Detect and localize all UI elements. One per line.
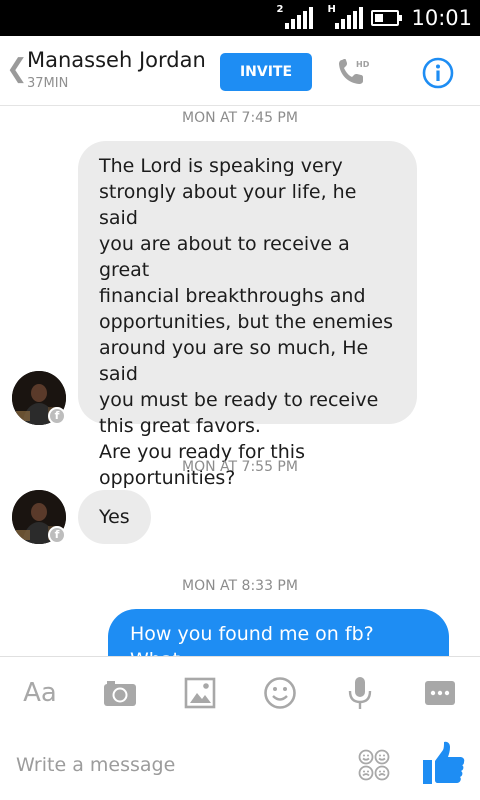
facebook-badge-icon: f xyxy=(48,526,66,544)
message-text: The Lord is speaking very strongly about… xyxy=(99,155,393,489)
message-timestamp: MON AT 7:55 PM xyxy=(182,459,298,475)
text-format-button[interactable]: Aa xyxy=(20,673,60,713)
thumbs-up-icon[interactable] xyxy=(422,740,466,786)
message-timestamp: MON AT 7:45 PM xyxy=(182,110,298,126)
message-input[interactable] xyxy=(16,750,336,780)
conversation-header: ❮ Manasseh Jordan 37MIN INVITE HD xyxy=(0,36,480,106)
status-bar: 2 H 10:01 xyxy=(0,0,480,36)
voice-button[interactable] xyxy=(340,673,380,713)
message-text: Yes xyxy=(99,506,130,528)
signal1-label: 2 xyxy=(276,4,284,15)
more-icon xyxy=(425,681,455,705)
image-icon xyxy=(184,677,216,709)
hd-label: HD xyxy=(356,60,370,69)
message-composer xyxy=(0,728,480,800)
signal-icon-sim2: H xyxy=(327,4,364,29)
signal-icon-sim1: 2 xyxy=(276,4,314,29)
gallery-button[interactable] xyxy=(180,673,220,713)
composer-toolbar: Aa xyxy=(0,656,480,728)
text-format-label: Aa xyxy=(23,678,57,708)
chevron-left-icon[interactable]: ❮ xyxy=(6,56,28,82)
microphone-icon xyxy=(348,677,372,709)
emoji-icon[interactable] xyxy=(357,748,391,782)
sticker-button[interactable] xyxy=(260,673,300,713)
signal2-label: H xyxy=(327,4,336,15)
message-timestamp: MON AT 8:33 PM xyxy=(182,578,298,594)
info-icon[interactable] xyxy=(422,57,454,89)
facebook-badge-icon: f xyxy=(48,407,66,425)
incoming-message-bubble[interactable]: The Lord is speaking very strongly about… xyxy=(78,141,417,489)
more-button[interactable] xyxy=(420,673,460,713)
camera-button[interactable] xyxy=(100,673,140,713)
contact-name[interactable]: Manasseh Jordan xyxy=(27,48,206,72)
status-icons: 2 H 10:01 xyxy=(276,4,472,32)
invite-button[interactable]: INVITE xyxy=(220,53,312,91)
phone-hd-icon[interactable]: HD xyxy=(336,56,372,88)
camera-icon xyxy=(104,681,136,706)
incoming-message-bubble[interactable]: Yes xyxy=(78,490,151,544)
contact-last-active: 37MIN xyxy=(27,76,69,91)
battery-icon xyxy=(371,10,403,26)
sticker-icon xyxy=(264,677,296,709)
status-time: 10:01 xyxy=(411,6,472,30)
